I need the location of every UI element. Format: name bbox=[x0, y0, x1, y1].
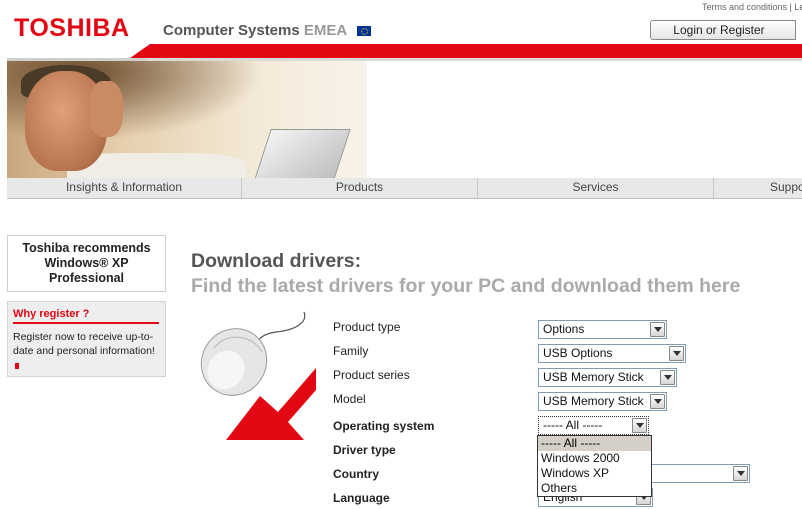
nav-insights[interactable]: Insights & Information bbox=[7, 178, 242, 198]
nav-services[interactable]: Services bbox=[478, 178, 714, 198]
label-model: Model bbox=[333, 392, 366, 406]
label-product-series: Product series bbox=[333, 368, 410, 382]
chevron-down-icon[interactable] bbox=[733, 466, 748, 481]
os-option-others[interactable]: Others bbox=[538, 481, 651, 496]
login-register-button[interactable]: Login or Register bbox=[650, 20, 802, 40]
select-product-series[interactable]: USB Memory Stick bbox=[538, 368, 677, 387]
header-red-bar bbox=[150, 44, 802, 58]
main-nav: Insights & Information Products Services… bbox=[7, 178, 802, 199]
page-title: Download drivers: bbox=[191, 250, 362, 272]
page-subtitle: Find the latest drivers for your PC and … bbox=[191, 275, 741, 297]
label-operating-system: Operating system bbox=[333, 419, 435, 433]
select-family-value: USB Options bbox=[543, 346, 613, 360]
nav-products[interactable]: Products bbox=[242, 178, 478, 198]
hero-hand bbox=[89, 81, 123, 137]
label-country: Country bbox=[333, 467, 379, 481]
select-product-type[interactable]: Options bbox=[538, 320, 667, 339]
select-model[interactable]: USB Memory Stick bbox=[538, 392, 667, 411]
os-option-windows-xp[interactable]: Windows XP bbox=[538, 466, 651, 481]
site-tagline: Computer Systems EMEA bbox=[163, 22, 371, 39]
chevron-down-icon[interactable] bbox=[669, 346, 684, 361]
select-model-value: USB Memory Stick bbox=[543, 394, 644, 408]
recommend-line2: Windows® XP bbox=[44, 256, 129, 270]
chevron-down-icon[interactable] bbox=[650, 394, 665, 409]
why-register-title[interactable]: Why register ? bbox=[13, 308, 159, 324]
eu-flag-icon bbox=[356, 26, 371, 36]
hero-laptop bbox=[253, 129, 351, 179]
tagline-region: EMEA bbox=[303, 22, 347, 39]
select-product-type-value: Options bbox=[543, 322, 585, 336]
recommend-line1: Toshiba recommends bbox=[22, 241, 151, 255]
select-product-series-value: USB Memory Stick bbox=[543, 370, 644, 384]
why-register-box: Why register ? Register now to receive u… bbox=[7, 301, 166, 377]
chevron-down-icon[interactable] bbox=[632, 418, 647, 433]
why-register-body[interactable]: Register now to receive up-to-date and p… bbox=[13, 331, 155, 357]
arrow-right-icon[interactable] bbox=[15, 363, 19, 369]
recommend-line3: Professional bbox=[48, 271, 125, 285]
os-dropdown-list: ----- All ----- Windows 2000 Windows XP … bbox=[537, 435, 652, 497]
label-language: Language bbox=[333, 491, 390, 505]
os-option-all[interactable]: ----- All ----- bbox=[538, 436, 651, 451]
label-family: Family bbox=[333, 344, 369, 358]
chevron-down-icon[interactable] bbox=[660, 370, 675, 385]
label-product-type: Product type bbox=[333, 320, 401, 334]
mouse-illustration bbox=[200, 311, 316, 440]
select-family[interactable]: USB Options bbox=[538, 344, 686, 363]
os-option-windows-2000[interactable]: Windows 2000 bbox=[538, 451, 651, 466]
why-register-text: Register now to receive up-to-date and p… bbox=[13, 330, 160, 372]
hero-image bbox=[7, 61, 367, 179]
nav-support[interactable]: Support bbox=[714, 178, 802, 198]
select-operating-system[interactable]: ----- All ----- bbox=[538, 416, 649, 435]
toshiba-logo[interactable]: TOSHIBA bbox=[14, 14, 130, 43]
top-links[interactable]: Terms and conditions | Legal bbox=[702, 2, 802, 12]
windows-recommend-box[interactable]: Toshiba recommends Windows® XP Professio… bbox=[7, 235, 166, 292]
chevron-down-icon[interactable] bbox=[650, 322, 665, 337]
select-os-value: ----- All ----- bbox=[543, 418, 603, 432]
tagline-main: Computer Systems bbox=[163, 22, 300, 39]
header-red-bar-corner bbox=[130, 44, 150, 58]
label-driver-type: Driver type bbox=[333, 443, 396, 457]
login-button-edge bbox=[795, 20, 802, 40]
